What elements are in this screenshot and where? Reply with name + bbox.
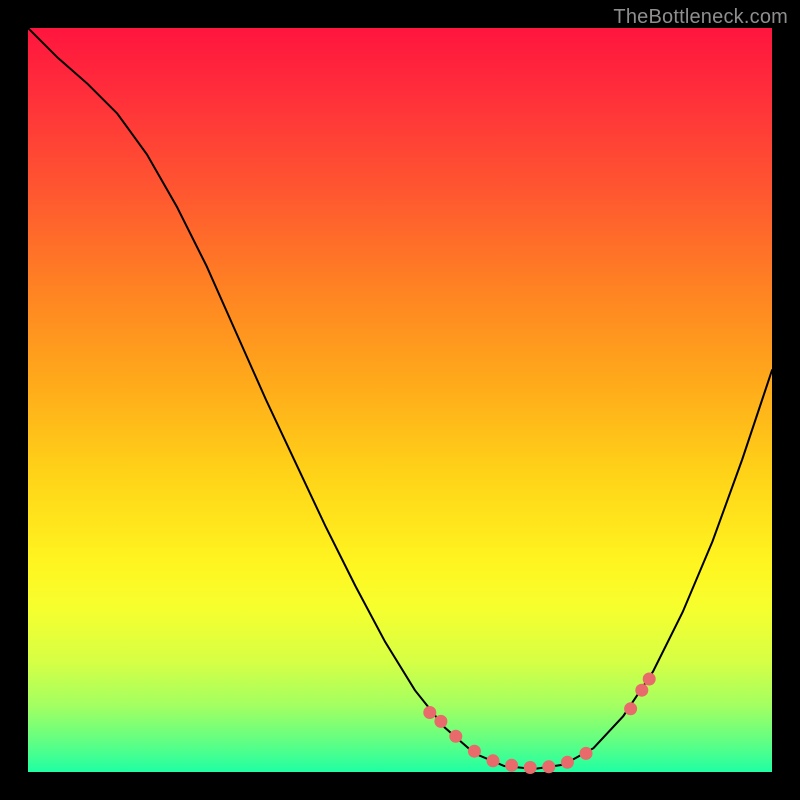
data-dot bbox=[423, 706, 436, 719]
chart-svg bbox=[28, 28, 772, 772]
data-dot bbox=[449, 730, 462, 743]
data-dot bbox=[487, 754, 500, 767]
data-dot bbox=[643, 673, 656, 686]
data-dot bbox=[580, 747, 593, 760]
data-dot bbox=[524, 761, 537, 774]
data-dot bbox=[505, 759, 518, 772]
data-dot bbox=[624, 702, 637, 715]
data-dot bbox=[542, 760, 555, 773]
data-dot bbox=[561, 756, 574, 769]
data-dot bbox=[635, 684, 648, 697]
data-dot bbox=[434, 715, 447, 728]
watermark-text: TheBottleneck.com bbox=[613, 6, 788, 29]
bottleneck-curve bbox=[28, 28, 772, 769]
data-dots bbox=[423, 673, 655, 775]
chart-frame: { "watermark": "TheBottleneck.com", "col… bbox=[0, 0, 800, 800]
data-dot bbox=[468, 745, 481, 758]
